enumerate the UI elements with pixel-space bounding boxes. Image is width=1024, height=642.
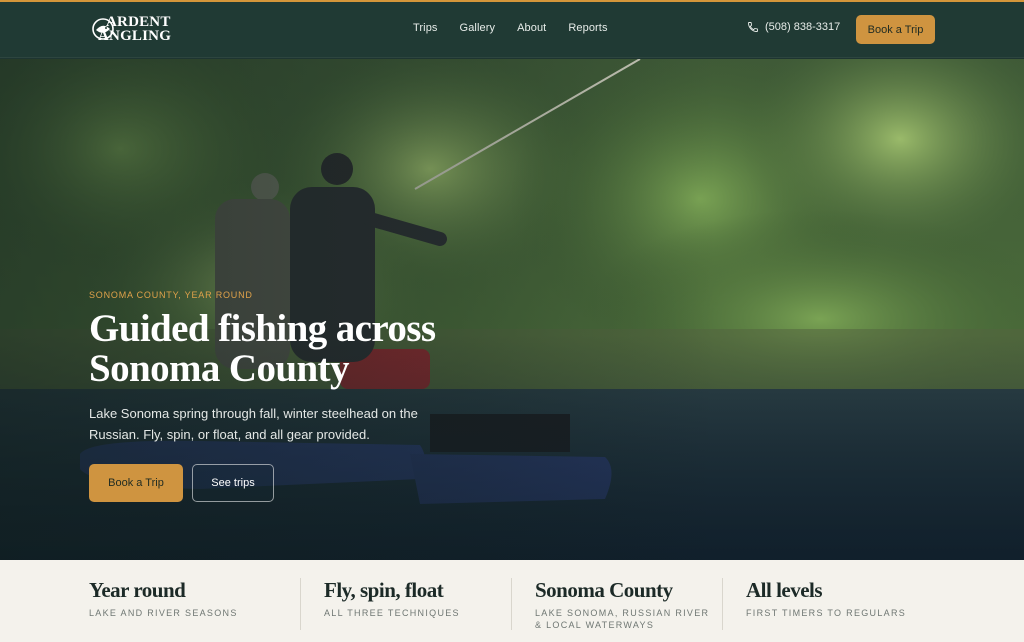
logo-line-2: ANGLING xyxy=(98,28,172,44)
site-header: ARDENT ANGLING Trips Gallery About Repor… xyxy=(0,2,1024,58)
feature-all-levels: All levels FIRST TIMERS TO REGULARS xyxy=(746,578,946,619)
nav-reports[interactable]: Reports xyxy=(568,22,607,34)
feature-subtitle: LAKE SONOMA, RUSSIAN RIVER & LOCAL WATER… xyxy=(535,608,710,630)
feature-year-round: Year round LAKE AND RIVER SEASONS xyxy=(89,578,289,619)
feature-title: All levels xyxy=(746,578,823,602)
phone-icon xyxy=(748,22,758,32)
book-trip-button[interactable]: Book a Trip xyxy=(89,464,183,502)
feature-title: Sonoma County xyxy=(535,578,673,602)
hero-subtitle: Lake Sonoma spring through fall, winter … xyxy=(89,406,418,442)
feature-title: Fly, spin, float xyxy=(324,578,444,602)
phone-link[interactable]: (508) 838-3317 xyxy=(747,21,840,33)
phone-number: (508) 838-3317 xyxy=(765,21,841,33)
main-nav: Trips Gallery About Reports xyxy=(413,22,630,34)
logo[interactable]: ARDENT ANGLING xyxy=(90,14,172,46)
feature-divider xyxy=(300,578,301,630)
feature-subtitle: ALL THREE TECHNIQUES xyxy=(324,608,460,618)
nav-trips[interactable]: Trips xyxy=(413,22,438,34)
features-strip: Year round LAKE AND RIVER SEASONS Fly, s… xyxy=(0,560,1024,642)
hero-section: SONOMA COUNTY, YEAR ROUND Guided fishing… xyxy=(0,59,1024,560)
hero-eyebrow: SONOMA COUNTY, YEAR ROUND xyxy=(89,290,253,300)
feature-techniques: Fly, spin, float ALL THREE TECHNIQUES xyxy=(324,578,504,619)
book-trip-header-button[interactable]: Book a Trip xyxy=(856,15,935,44)
nav-gallery[interactable]: Gallery xyxy=(460,22,496,34)
feature-divider xyxy=(722,578,723,630)
feature-divider xyxy=(511,578,512,630)
hero-title: Guided fishing across Sonoma County xyxy=(89,307,436,390)
feature-subtitle: LAKE AND RIVER SEASONS xyxy=(89,608,238,618)
feature-title: Year round xyxy=(89,578,186,602)
see-trips-button[interactable]: See trips xyxy=(192,464,274,502)
feature-sonoma-county: Sonoma County LAKE SONOMA, RUSSIAN RIVER… xyxy=(535,578,710,631)
feature-subtitle: FIRST TIMERS TO REGULARS xyxy=(746,608,907,618)
nav-about[interactable]: About xyxy=(517,22,546,34)
